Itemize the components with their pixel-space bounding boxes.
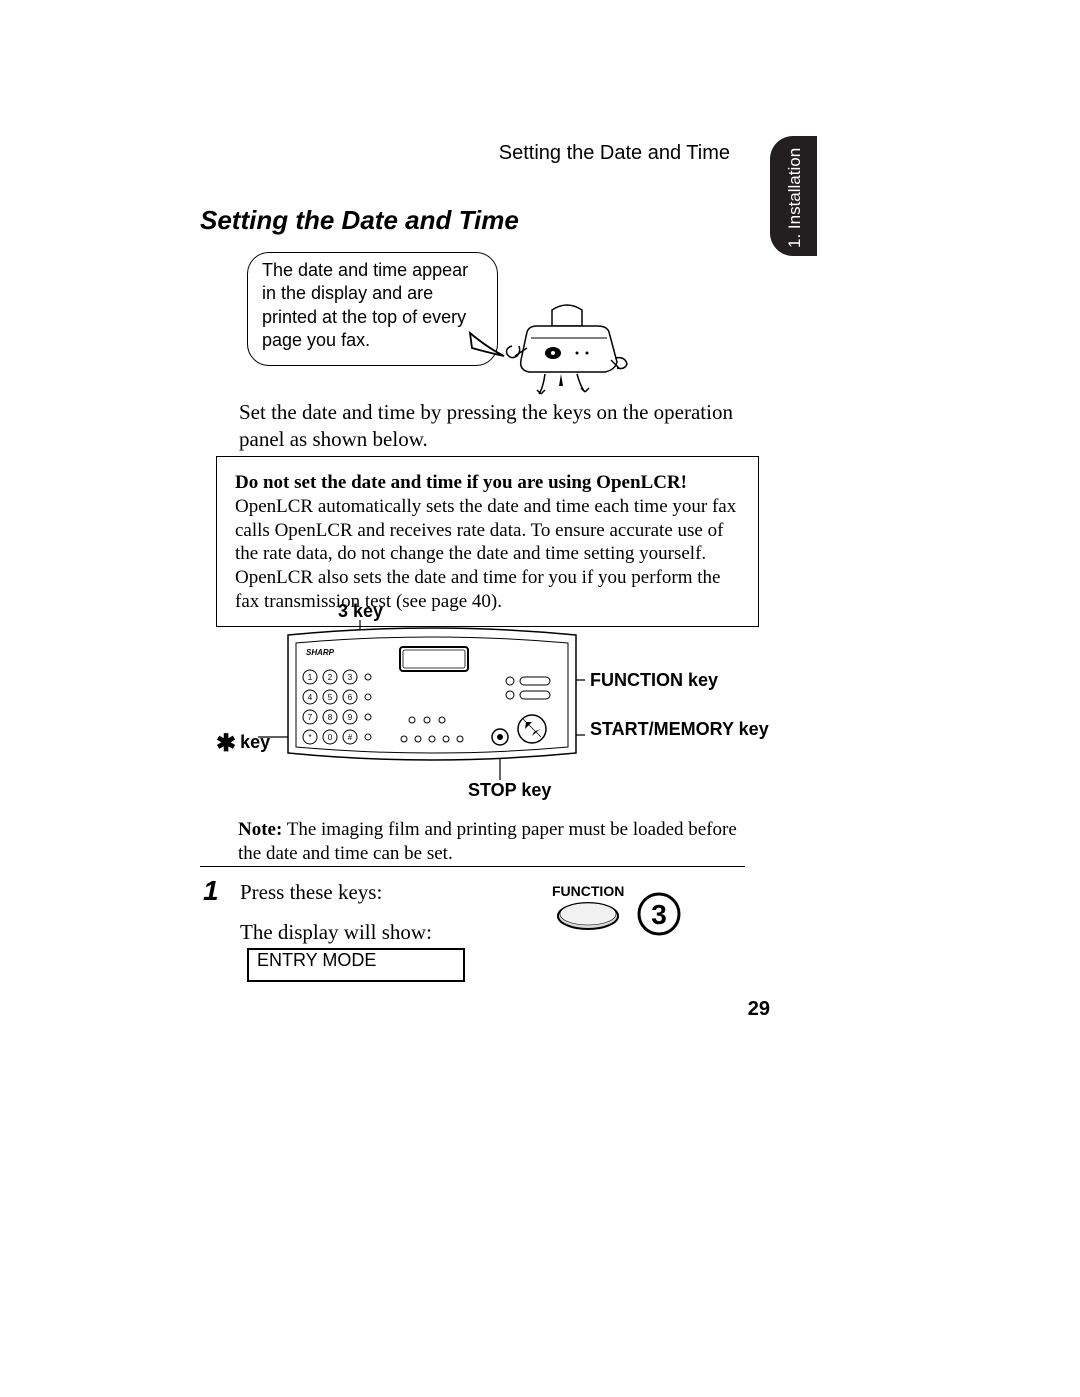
section-title: Setting the Date and Time <box>200 205 519 236</box>
intro-paragraph: Set the date and time by pressing the ke… <box>239 399 747 453</box>
svg-text:#: # <box>348 733 353 742</box>
panel-brand: SHARP <box>306 648 335 657</box>
svg-text:1: 1 <box>308 673 313 682</box>
svg-text:8: 8 <box>328 713 333 722</box>
page-number: 29 <box>748 998 770 1021</box>
lcd-text: ENTRY MODE <box>257 950 376 970</box>
svg-text:0: 0 <box>328 733 333 742</box>
svg-text:9: 9 <box>348 713 353 722</box>
svg-text:4: 4 <box>308 693 313 702</box>
warning-title: Do not set the date and time if you are … <box>235 471 740 495</box>
note-label: Note: <box>238 819 282 840</box>
operation-panel-icon: SHARP 1 2 3 4 5 6 7 8 9 * 0 # <box>282 625 582 770</box>
step-number: 1 <box>203 875 219 907</box>
step-line-1: Press these keys: <box>240 880 382 905</box>
star-icon: ✱ <box>216 730 236 757</box>
step-line-2: The display will show: <box>240 920 432 945</box>
running-header: Setting the Date and Time <box>499 142 730 165</box>
lcd-display: ENTRY MODE <box>247 948 465 982</box>
fax-machine-illustration-icon <box>497 298 637 398</box>
speech-bubble: The date and time appear in the display … <box>247 252 498 366</box>
svg-text:5: 5 <box>328 693 333 702</box>
function-button-icon <box>553 900 623 932</box>
svg-text:*: * <box>308 733 311 742</box>
warning-box: Do not set the date and time if you are … <box>216 456 759 627</box>
label-function-key: FUNCTION key <box>590 670 718 691</box>
svg-text:7: 7 <box>308 713 313 722</box>
note-body: The imaging film and printing paper must… <box>238 819 737 864</box>
svg-text:2: 2 <box>328 673 333 682</box>
label-3-key: 3 key <box>338 601 383 622</box>
note-paragraph: Note: The imaging film and printing pape… <box>238 818 738 866</box>
function-caption: FUNCTION <box>552 883 624 899</box>
warning-body: OpenLCR automatically sets the date and … <box>235 495 740 614</box>
manual-page: Setting the Date and Time 1. Installatio… <box>0 0 1080 1397</box>
thumb-tab-label: 1. Installation <box>785 148 805 248</box>
label-stop-key: STOP key <box>468 780 551 801</box>
svg-text:3: 3 <box>348 673 353 682</box>
chapter-thumb-tab: 1. Installation <box>770 136 817 256</box>
key-3-label: 3 <box>651 899 667 930</box>
speech-bubble-text: The date and time appear in the display … <box>262 260 468 350</box>
svg-text:6: 6 <box>348 693 353 702</box>
divider <box>200 866 745 867</box>
key-3-icon: 3 <box>636 891 682 937</box>
label-star-key-text: key <box>240 732 270 752</box>
label-start-memory-key: START/MEMORY key <box>590 720 750 740</box>
label-star-key: ✱ key <box>216 726 270 755</box>
